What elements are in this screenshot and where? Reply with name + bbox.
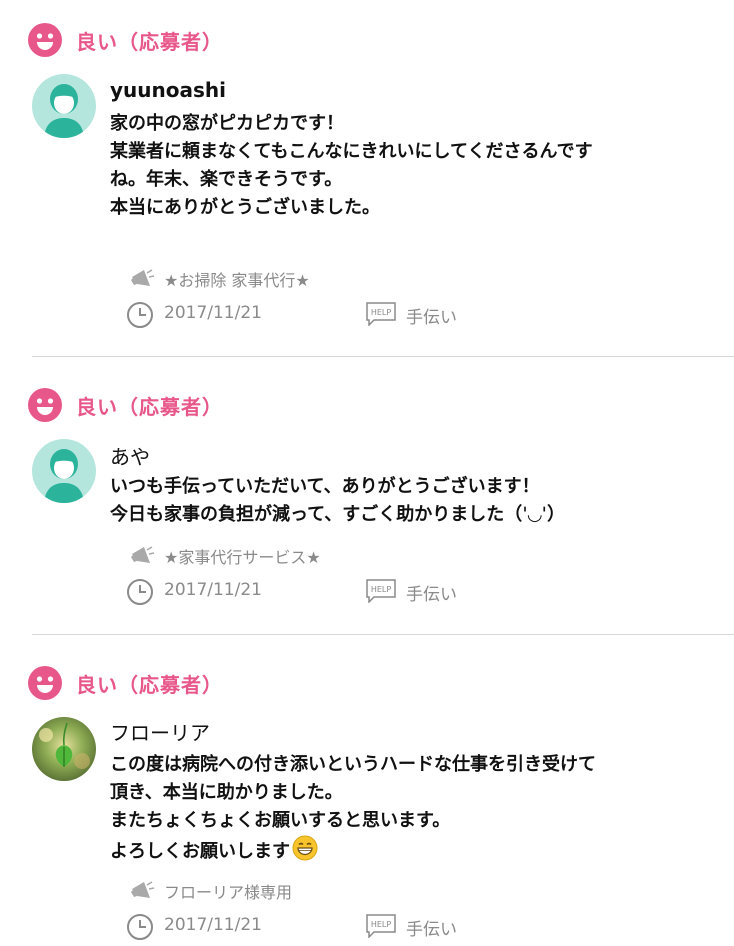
category-label[interactable]: 手伝い: [406, 303, 457, 328]
author-name[interactable]: あや: [110, 441, 150, 470]
date-row: 2017/11/21 HELP 手伝い: [126, 577, 546, 607]
clock-icon: [127, 579, 153, 605]
author-name[interactable]: yuunoashi: [110, 78, 226, 102]
grinning-face-icon: [292, 835, 318, 861]
smile-icon: [28, 23, 62, 57]
rating-label: 良い（応募者）: [76, 672, 223, 697]
avatar[interactable]: [32, 439, 96, 503]
review-text: いつも手伝っていただいて、ありがとうございます！ 今日も家事の負担が減って、すご…: [110, 473, 725, 529]
help-icon: HELP: [366, 914, 396, 938]
rating-label: 良い（応募者）: [76, 394, 223, 419]
category-label[interactable]: 手伝い: [406, 580, 457, 605]
smile-icon: [28, 666, 62, 700]
category-label[interactable]: 手伝い: [406, 915, 457, 940]
divider: [32, 634, 734, 635]
avatar[interactable]: [32, 74, 96, 138]
rating-label: 良い（応募者）: [76, 29, 223, 54]
job-title-row[interactable]: フローリア様専用: [128, 877, 292, 905]
review-text: この度は病院への付き添いというハードな仕事を引き受けて 頂き、本当に助かりました…: [110, 751, 725, 866]
rating-row: 良い（応募者）: [28, 22, 223, 58]
review-line: ね。年末、楽できそうです。: [110, 169, 343, 190]
default-person-icon: [32, 439, 96, 503]
help-icon-text: HELP: [371, 308, 392, 317]
avatar[interactable]: [32, 717, 96, 781]
clock-icon: [127, 302, 153, 328]
review-line: よろしくお願いします: [110, 835, 725, 866]
review-item: 良い（応募者） フローリア この度は病院への付き添いというハードな仕事を引き受け…: [0, 665, 734, 945]
help-icon-text: HELP: [371, 920, 392, 929]
review-line-text: よろしくお願いします: [110, 841, 290, 862]
help-icon: HELP: [366, 579, 396, 603]
clock-icon: [127, 914, 153, 940]
smile-icon: [28, 388, 62, 422]
job-title-row[interactable]: ★お掃除 家事代行★: [128, 265, 310, 293]
review-date: 2017/11/21: [164, 580, 262, 600]
job-title-row[interactable]: ★家事代行サービス★: [128, 542, 321, 570]
divider: [32, 356, 734, 357]
leaf-photo: [32, 717, 96, 781]
review-line: この度は病院への付き添いというハードな仕事を引き受けて: [110, 754, 596, 775]
job-title: フローリア様専用: [164, 883, 293, 902]
review-text: 家の中の窓がピカピカです！ 某業者に頼まなくてもこんなにきれいにしてくださるんで…: [110, 110, 725, 222]
review-date: 2017/11/21: [164, 303, 262, 323]
help-icon-text: HELP: [371, 585, 392, 594]
rating-row: 良い（応募者）: [28, 387, 223, 423]
review-line: またちょくちょくお願いすると思います。: [110, 810, 451, 831]
megaphone-icon: [131, 881, 155, 898]
review-line: いつも手伝っていただいて、ありがとうございます！: [110, 476, 540, 497]
review-line: 今日も家事の負担が減って、すごく助かりました（ˈ◡ˈ）: [110, 504, 566, 525]
review-line: 某業者に頼まなくてもこんなにきれいにしてくださるんです: [110, 141, 593, 162]
default-person-icon: [32, 74, 96, 138]
help-icon: HELP: [366, 302, 396, 326]
date-row: 2017/11/21 HELP 手伝い: [126, 912, 546, 942]
review-item: 良い（応募者） あや いつも手伝っていただいて、ありがとうございます！ 今日も家…: [0, 387, 734, 627]
rating-row: 良い（応募者）: [28, 665, 223, 701]
date-row: 2017/11/21 HELP 手伝い: [126, 300, 546, 330]
job-title: ★お掃除 家事代行★: [164, 271, 310, 290]
review-date: 2017/11/21: [164, 915, 262, 935]
author-name[interactable]: フローリア: [110, 717, 210, 746]
review-line: 本当にありがとうございました。: [110, 197, 380, 218]
megaphone-icon: [131, 269, 155, 286]
megaphone-icon: [131, 546, 155, 563]
review-item: 良い（応募者） yuunoashi 家の中の窓がピカピカです！ 某業者に頼まなく…: [0, 22, 734, 352]
job-title: ★家事代行サービス★: [164, 548, 321, 567]
review-line: 頂き、本当に助かりました。: [110, 782, 343, 803]
review-line: 家の中の窓がピカピカです！: [110, 113, 344, 134]
